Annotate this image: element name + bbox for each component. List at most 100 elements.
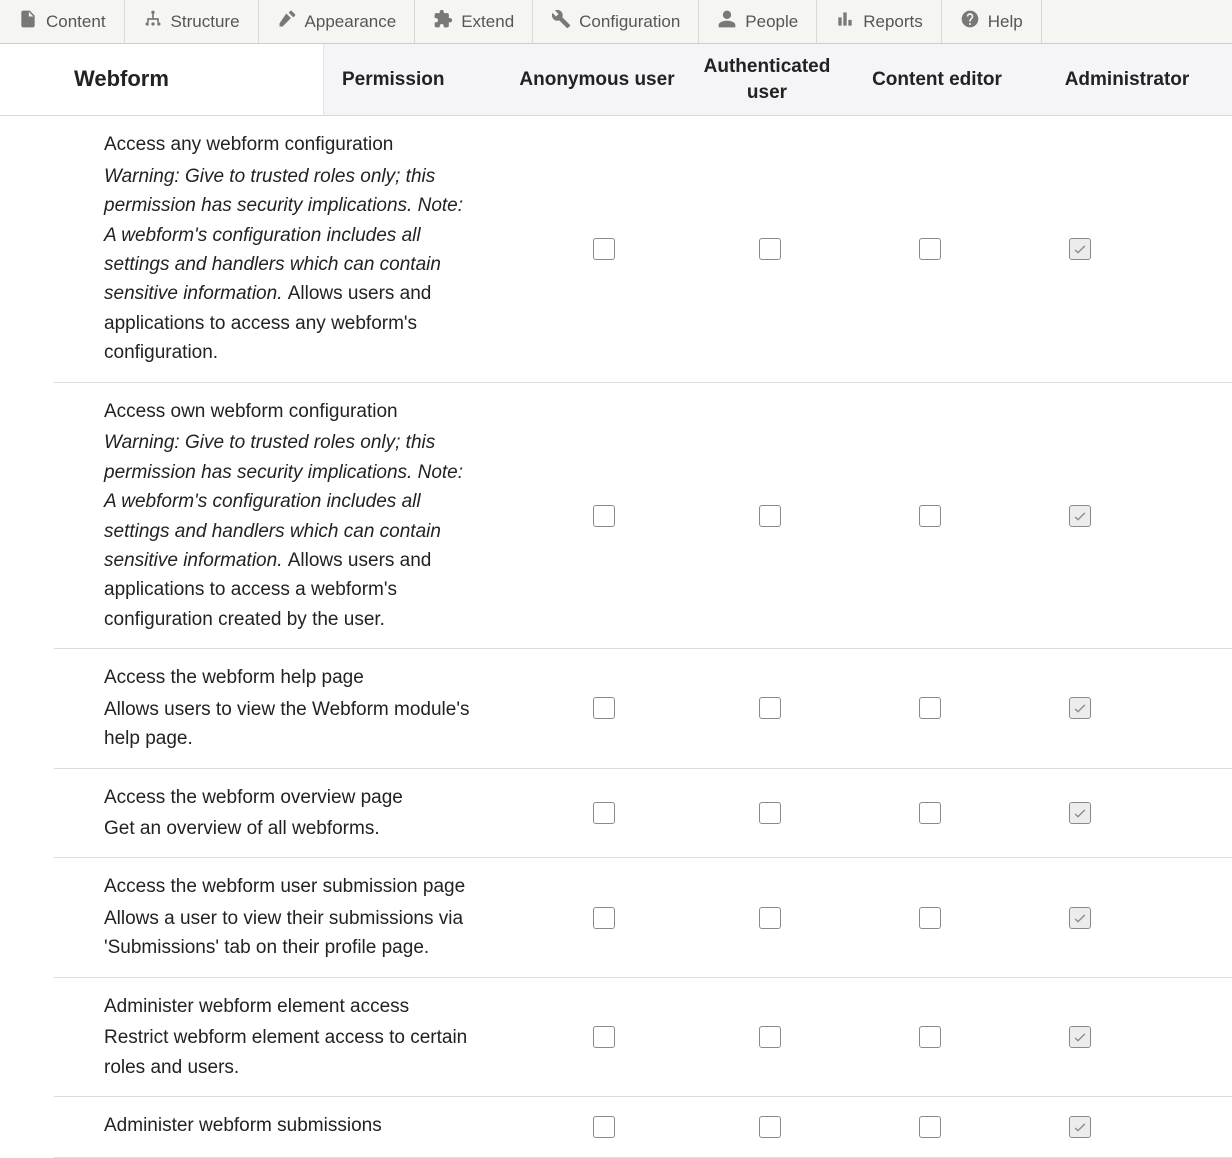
checkbox-cell xyxy=(524,872,684,962)
permissions-table: Access any webform configuration Warning:… xyxy=(54,116,1232,1157)
permission-row: Access own webform configurationWarning:… xyxy=(54,383,1232,650)
checkbox-cell xyxy=(684,663,856,753)
permission-checkbox[interactable] xyxy=(919,505,941,527)
checkbox-cell xyxy=(1004,1111,1156,1142)
permission-checkbox[interactable] xyxy=(759,907,781,929)
permission-row: Access the webform user submission page A… xyxy=(54,858,1232,977)
toolbar-item-label: Content xyxy=(46,12,106,32)
toolbar-item-configuration[interactable]: Configuration xyxy=(533,0,699,43)
toolbar-item-label: Structure xyxy=(171,12,240,32)
permission-checkbox[interactable] xyxy=(593,505,615,527)
toolbar-item-label: Reports xyxy=(863,12,923,32)
column-header-anonymous: Anonymous user xyxy=(512,44,682,115)
permission-checkbox[interactable] xyxy=(593,802,615,824)
toolbar-item-label: People xyxy=(745,12,798,32)
permission-cell: Access own webform configurationWarning:… xyxy=(54,397,524,635)
permission-checkbox[interactable] xyxy=(759,1116,781,1138)
checkbox-cell xyxy=(856,992,1004,1082)
people-icon xyxy=(717,9,737,34)
permission-checkbox[interactable] xyxy=(919,238,941,260)
permission-checkbox xyxy=(1069,1026,1091,1048)
permission-checkbox xyxy=(1069,907,1091,929)
toolbar-item-content[interactable]: Content xyxy=(0,0,125,43)
column-header-administrator: Administrator xyxy=(1022,44,1232,115)
checkbox-cell xyxy=(856,872,1004,962)
permission-checkbox[interactable] xyxy=(919,697,941,719)
file-icon xyxy=(18,9,38,34)
toolbar-item-appearance[interactable]: Appearance xyxy=(259,0,416,43)
permission-cell: Administer webform element access Restric… xyxy=(54,992,524,1082)
permission-row: Administer webform element access Restric… xyxy=(54,978,1232,1097)
permission-row: Access the webform overview pageGet an o… xyxy=(54,769,1232,859)
toolbar-item-reports[interactable]: Reports xyxy=(817,0,942,43)
toolbar-item-help[interactable]: Help xyxy=(942,0,1042,43)
toolbar-item-structure[interactable]: Structure xyxy=(125,0,259,43)
toolbar-item-extend[interactable]: Extend xyxy=(415,0,533,43)
permission-checkbox[interactable] xyxy=(919,1026,941,1048)
permission-title: Access any webform configuration xyxy=(104,130,474,159)
toolbar-item-label: Extend xyxy=(461,12,514,32)
permission-checkbox xyxy=(1069,238,1091,260)
permission-checkbox[interactable] xyxy=(593,1026,615,1048)
permission-checkbox[interactable] xyxy=(759,697,781,719)
checkbox-cell xyxy=(1004,397,1156,635)
puzzle-icon xyxy=(433,9,453,34)
checkbox-cell xyxy=(856,783,1004,844)
help-icon xyxy=(960,9,980,34)
checkbox-cell xyxy=(856,130,1004,368)
permission-checkbox[interactable] xyxy=(593,1116,615,1138)
wrench-icon xyxy=(551,9,571,34)
toolbar-item-people[interactable]: People xyxy=(699,0,817,43)
permission-checkbox[interactable] xyxy=(919,907,941,929)
appearance-icon xyxy=(277,9,297,34)
permission-description: Get an overview of all webforms. xyxy=(104,814,474,843)
checkbox-cell xyxy=(856,663,1004,753)
permission-checkbox[interactable] xyxy=(593,697,615,719)
permission-checkbox[interactable] xyxy=(759,505,781,527)
checkbox-cell xyxy=(856,397,1004,635)
permission-cell: Access the webform help pageAllows users… xyxy=(54,663,524,753)
permission-checkbox[interactable] xyxy=(759,238,781,260)
checkbox-cell xyxy=(1004,663,1156,753)
permission-checkbox xyxy=(1069,802,1091,824)
permission-checkbox[interactable] xyxy=(593,907,615,929)
checkbox-cell xyxy=(684,783,856,844)
checkbox-cell xyxy=(684,992,856,1082)
column-header-permission: Permission xyxy=(324,44,512,115)
structure-icon xyxy=(143,9,163,34)
permission-description: Warning: Give to trusted roles only; thi… xyxy=(104,162,474,368)
section-tab-webform[interactable]: Webform xyxy=(0,44,324,115)
checkbox-cell xyxy=(1004,130,1156,368)
permission-cell: Administer webform submissions xyxy=(54,1111,524,1142)
permission-checkbox[interactable] xyxy=(919,1116,941,1138)
permission-checkbox[interactable] xyxy=(593,238,615,260)
permission-description: Restrict webform element access to certa… xyxy=(104,1023,474,1082)
permission-row: Administer webform submissions xyxy=(54,1097,1232,1157)
permission-desc-text: Allows a user to view their submissions … xyxy=(104,908,463,958)
permission-description: Allows a user to view their submissions … xyxy=(104,904,474,963)
permission-title: Administer webform element access xyxy=(104,992,474,1021)
checkbox-cell xyxy=(856,1111,1004,1142)
permission-description: Allows users to view the Webform module'… xyxy=(104,695,474,754)
checkbox-cell xyxy=(1004,783,1156,844)
permissions-header-row: Webform Permission Anonymous user Authen… xyxy=(0,44,1232,116)
permission-row: Access any webform configuration Warning:… xyxy=(54,116,1232,383)
permission-checkbox[interactable] xyxy=(759,802,781,824)
permission-desc-text: Restrict webform element access to certa… xyxy=(104,1027,467,1077)
permission-checkbox[interactable] xyxy=(919,802,941,824)
checkbox-cell xyxy=(524,783,684,844)
permission-title: Access the webform user submission page xyxy=(104,872,474,901)
checkbox-cell xyxy=(1004,992,1156,1082)
permission-cell: Access the webform overview pageGet an o… xyxy=(54,783,524,844)
reports-icon xyxy=(835,9,855,34)
permission-checkbox[interactable] xyxy=(759,1026,781,1048)
permission-title: Administer webform submissions xyxy=(104,1111,474,1140)
admin-toolbar: Content Structure Appearance Extend Configur… xyxy=(0,0,1232,44)
checkbox-cell xyxy=(524,663,684,753)
permission-cell: Access any webform configuration Warning:… xyxy=(54,130,524,368)
permission-cell: Access the webform user submission page A… xyxy=(54,872,524,962)
checkbox-cell xyxy=(684,872,856,962)
permission-desc-text: Allows users to view the Webform module'… xyxy=(104,699,469,749)
checkbox-cell xyxy=(684,130,856,368)
checkbox-cell xyxy=(684,1111,856,1142)
